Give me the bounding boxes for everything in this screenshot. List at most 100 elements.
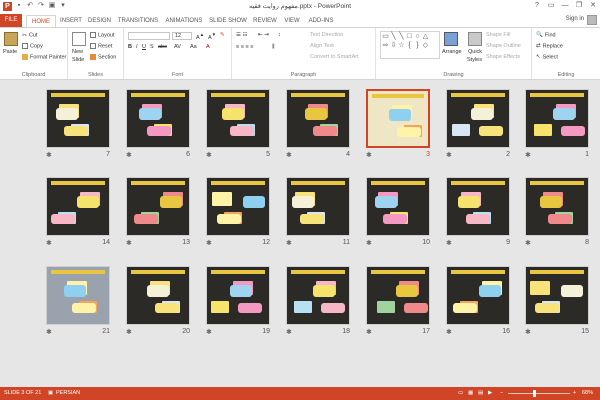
- shape-effects-button[interactable]: Shape Effects: [486, 54, 520, 60]
- slide-preview[interactable]: [525, 89, 589, 148]
- close-button[interactable]: ✕: [586, 0, 600, 12]
- shape-textbox-icon[interactable]: ▭: [382, 33, 389, 40]
- bold-button[interactable]: B: [128, 44, 132, 50]
- slide-thumbnail-2[interactable]: ✱ 2: [446, 89, 510, 161]
- new-slide-button[interactable]: New: [72, 49, 83, 55]
- slide-preview[interactable]: [446, 89, 510, 148]
- slide-preview[interactable]: [286, 89, 350, 148]
- tab-animations[interactable]: ANIMATIONS: [163, 15, 205, 27]
- slide-thumbnail-20[interactable]: ✱ 20: [126, 266, 190, 338]
- align-buttons[interactable]: ≡ ≡ ≡ ≡: [236, 44, 253, 50]
- slide-preview[interactable]: [206, 177, 270, 236]
- zoom-in-button[interactable]: +: [573, 390, 576, 396]
- format-painter-button[interactable]: Format Painter: [22, 54, 66, 60]
- reading-view-button[interactable]: ▤: [478, 390, 483, 396]
- new-slide-button-line2[interactable]: Slide: [72, 57, 84, 63]
- slide-preview[interactable]: [366, 89, 430, 148]
- minimize-button[interactable]: —: [558, 0, 572, 12]
- slide-preview[interactable]: [525, 266, 589, 325]
- slide-preview[interactable]: [46, 266, 110, 325]
- quick-styles-button-line2[interactable]: Styles: [467, 57, 482, 63]
- slide-thumbnail-3[interactable]: ✱ 3: [366, 89, 430, 161]
- language-icon[interactable]: ▣: [48, 390, 53, 396]
- slide-preview[interactable]: [286, 266, 350, 325]
- slide-show-button[interactable]: ▶: [488, 390, 492, 396]
- slide-preview[interactable]: [446, 177, 510, 236]
- tab-review[interactable]: REVIEW: [251, 15, 279, 27]
- shape-line2-icon[interactable]: ╲: [398, 33, 405, 40]
- slide-preview[interactable]: [46, 89, 110, 148]
- shape-star-icon[interactable]: ☆: [398, 42, 405, 49]
- slide-thumbnail-10[interactable]: ✱ 10: [366, 177, 430, 249]
- indent-buttons[interactable]: ⇤ ⇥: [258, 32, 269, 38]
- shape-oval-icon[interactable]: ○: [414, 33, 421, 40]
- slide-thumbnail-14[interactable]: ✱ 14: [46, 177, 110, 249]
- shape-arrow-icon[interactable]: ⇨: [382, 42, 389, 49]
- layout-button[interactable]: Layout: [90, 32, 115, 38]
- slide-thumbnail-15[interactable]: ✱ 15: [525, 266, 589, 338]
- shape-brace-icon[interactable]: {: [406, 42, 413, 49]
- zoom-slider[interactable]: [508, 393, 570, 394]
- slide-thumbnail-9[interactable]: ✱ 9: [446, 177, 510, 249]
- convert-smartart-button[interactable]: Convert to SmartArt: [310, 54, 359, 60]
- change-case-button[interactable]: Aa: [190, 44, 197, 50]
- help-button[interactable]: ?: [530, 0, 544, 12]
- slide-thumbnail-13[interactable]: ✱ 13: [126, 177, 190, 249]
- tab-slide-show[interactable]: SLIDE SHOW: [208, 15, 248, 27]
- shape-fill-button[interactable]: Shape Fill: [486, 32, 510, 38]
- slide-preview[interactable]: [206, 89, 270, 148]
- slide-thumbnail-5[interactable]: ✱ 5: [206, 89, 270, 161]
- shape-arrow2-icon[interactable]: ⇩: [390, 42, 397, 49]
- zoom-level[interactable]: 68%: [582, 390, 593, 396]
- quick-styles-icon[interactable]: [468, 32, 482, 46]
- shape-rect-icon[interactable]: □: [406, 33, 413, 40]
- slide-thumbnail-17[interactable]: ✱ 17: [366, 266, 430, 338]
- slide-thumbnail-11[interactable]: ✱ 11: [286, 177, 350, 249]
- line-spacing-button[interactable]: ↕: [278, 32, 281, 38]
- reset-button[interactable]: Reset: [90, 43, 112, 49]
- slide-preview[interactable]: [286, 177, 350, 236]
- slide-preview[interactable]: [206, 266, 270, 325]
- shapes-gallery[interactable]: ▭ ╲ ╲ □ ○ △ ⇨ ⇩ ☆ { } ◇: [380, 31, 440, 59]
- shape-line-icon[interactable]: ╲: [390, 33, 397, 40]
- paste-icon[interactable]: [4, 32, 18, 46]
- zoom-out-button[interactable]: −: [500, 390, 503, 396]
- quick-styles-button[interactable]: Quick: [468, 49, 482, 55]
- section-button[interactable]: Section: [90, 54, 116, 60]
- char-spacing-button[interactable]: AV: [174, 44, 181, 50]
- font-color-button[interactable]: A: [206, 44, 210, 50]
- tab-transitions[interactable]: TRANSITIONS: [116, 15, 160, 27]
- select-button[interactable]: ↖ Select: [536, 54, 558, 60]
- shrink-font-button[interactable]: A▼: [208, 32, 216, 41]
- replace-button[interactable]: ⇄ Replace: [536, 43, 563, 49]
- tab-design[interactable]: DESIGN: [86, 15, 113, 27]
- arrange-button[interactable]: Arrange: [442, 49, 462, 55]
- bullets-button[interactable]: ☰ ☷: [236, 32, 247, 38]
- tab-insert[interactable]: INSERT: [58, 15, 84, 27]
- ribbon-display-button[interactable]: ▭: [544, 0, 558, 12]
- new-slide-icon[interactable]: [72, 32, 86, 46]
- shadow-button[interactable]: S: [150, 44, 154, 50]
- slide-thumbnail-1[interactable]: ✱ 1: [525, 89, 589, 161]
- slide-thumbnail-21[interactable]: ✱ 21: [46, 266, 110, 338]
- shape-triangle-icon[interactable]: △: [422, 33, 429, 40]
- grow-font-button[interactable]: A▲: [196, 32, 204, 41]
- strikethrough-button[interactable]: abc: [158, 44, 167, 50]
- slide-preview[interactable]: [446, 266, 510, 325]
- cut-button[interactable]: ✂ Cut: [22, 32, 38, 39]
- shape-brace2-icon[interactable]: }: [414, 42, 421, 49]
- slide-thumbnail-7[interactable]: ✱ 7: [46, 89, 110, 161]
- tab-view[interactable]: VIEW: [282, 15, 302, 27]
- paste-button[interactable]: Paste: [3, 49, 17, 55]
- font-size-input[interactable]: 12: [172, 32, 192, 40]
- slide-preview[interactable]: [126, 266, 190, 325]
- slide-preview[interactable]: [366, 266, 430, 325]
- slide-preview[interactable]: [126, 89, 190, 148]
- restore-button[interactable]: ❐: [572, 0, 586, 12]
- slide-preview[interactable]: [46, 177, 110, 236]
- find-button[interactable]: 🔍 Find: [536, 32, 556, 38]
- slide-thumbnail-16[interactable]: ✱ 16: [446, 266, 510, 338]
- slide-thumbnail-18[interactable]: ✱ 18: [286, 266, 350, 338]
- slide-thumbnail-12[interactable]: ✱ 12: [206, 177, 270, 249]
- language-status[interactable]: PERSIAN: [56, 390, 80, 396]
